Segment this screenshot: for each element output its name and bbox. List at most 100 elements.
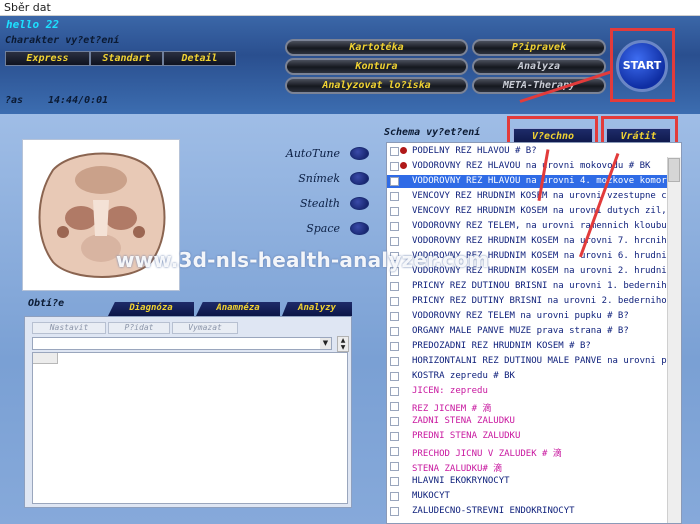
spin-arrows-icon[interactable]: ▲ ▼: [337, 336, 349, 352]
schema-item-checkbox[interactable]: [390, 417, 399, 426]
watermark-text: www.3d-nls-health-analyzer.com: [116, 248, 490, 272]
menu-kartoteka-button[interactable]: Kartotéka: [285, 39, 468, 56]
schema-list-item[interactable]: PRICNY REZ DUTINOU BRISNI na urovni 1. b…: [387, 280, 667, 293]
schema-item-label: VENCOVY REZ HRUDNIM KOSEM na urovni duty…: [412, 206, 667, 216]
schema-item-label: STENA ZALUDKU# 滴: [412, 464, 503, 473]
option-space-toggle[interactable]: [350, 222, 369, 235]
schema-list-scroll-thumb[interactable]: [668, 158, 680, 182]
schema-list-item[interactable]: PRICNY REZ DUTINY BRISNI na urovni 2. be…: [387, 295, 667, 308]
schema-list-item[interactable]: JICEN: zepredu: [387, 385, 667, 398]
window-titlebar: Sběr dat: [0, 0, 700, 16]
schema-item-checkbox[interactable]: [390, 147, 399, 156]
schema-item-checkbox[interactable]: [390, 222, 399, 231]
schema-list-item[interactable]: PREDNI STENA ZALUDKU: [387, 430, 667, 443]
schema-item-checkbox[interactable]: [390, 207, 399, 216]
schema-list-scrollbar[interactable]: [667, 157, 681, 523]
nastavit-button[interactable]: Nastavit: [32, 322, 106, 334]
schema-list-item[interactable]: MUKOCYT: [387, 490, 667, 503]
schema-item-label: ORGANY MALE PANVE MUZE prava strana # B?: [412, 326, 629, 336]
schema-item-checkbox[interactable]: [390, 372, 399, 381]
schema-list-item[interactable]: VENCOVY REZ HRUDNIM KOSEM na urovni duty…: [387, 205, 667, 218]
schema-list-item[interactable]: PODELNY REZ HLAVOU # B?: [387, 145, 667, 158]
schema-list-item[interactable]: HLAVNI EKOKRYNOCYT: [387, 475, 667, 488]
schema-item-checkbox[interactable]: [390, 192, 399, 201]
schema-item-checkbox[interactable]: [390, 507, 399, 516]
option-space-label: Space: [306, 222, 340, 235]
schema-item-checkbox[interactable]: [390, 477, 399, 486]
schema-item-label: ZALUDECNO-STREVNI ENDOKRINOCYT: [412, 506, 575, 516]
menu-pripravek-button[interactable]: P?ipravek: [472, 39, 606, 56]
schema-list-item[interactable]: VODOROVNY REZ HLAVOU na urovni 4. mozkov…: [387, 175, 667, 188]
schema-item-checkbox[interactable]: [390, 432, 399, 441]
option-snimek-toggle[interactable]: [350, 172, 369, 185]
option-autotune-label: AutoTune: [285, 147, 340, 160]
menu-analyza-button[interactable]: Analyza: [472, 58, 606, 75]
schema-item-checkbox[interactable]: [390, 327, 399, 336]
greeting-text: hello 22: [6, 18, 59, 31]
schema-list-item[interactable]: VODOROVNY REZ TELEM na urovni pupku # B?: [387, 310, 667, 323]
schema-item-checkbox[interactable]: [390, 312, 399, 321]
schema-item-checkbox[interactable]: [390, 357, 399, 366]
menu-analyzovat-loziska-button[interactable]: Analyzovat lo?iska: [285, 77, 468, 94]
schema-list-item[interactable]: STENA ZALUDKU# 滴: [387, 460, 667, 473]
schema-item-checkbox[interactable]: [390, 492, 399, 501]
schema-list-item[interactable]: ORGANY MALE PANVE MUZE prava strana # B?: [387, 325, 667, 338]
pridat-button[interactable]: P?idat: [108, 322, 170, 334]
schema-list-item[interactable]: KOSTRA zepredu # BK: [387, 370, 667, 383]
schema-item-checkbox[interactable]: [390, 402, 399, 411]
schema-item-label: VODOROVNY REZ TELEM, na urovni ramennich…: [412, 221, 667, 231]
option-snimek-label: Snímek: [298, 172, 340, 185]
time-label: ?as: [5, 95, 24, 106]
schema-item-label: KOSTRA zepredu # BK: [412, 371, 515, 381]
complaints-list-header-cell: [33, 353, 58, 364]
tab-analyzy[interactable]: Analyzy: [282, 302, 352, 316]
schema-item-checkbox[interactable]: [390, 447, 399, 456]
schema-item-label: VODOROVNY REZ HRUDNIM KOSEM na urovni 7.…: [412, 236, 667, 246]
schema-list-item[interactable]: ZADNI STENA ZALUDKU: [387, 415, 667, 428]
schema-list-item[interactable]: PRECHOD JICNU V ZALUDEK # 滴: [387, 445, 667, 458]
schema-list-item[interactable]: PREDOZADNI REZ HRUDNIM KOSEM # B?: [387, 340, 667, 353]
schema-item-label: JICEN: zepredu: [412, 386, 488, 396]
mode-standart-button[interactable]: Standart: [90, 51, 163, 66]
complaints-label: Obtí?e: [28, 298, 65, 309]
schema-list-item[interactable]: HORIZONTALNI REZ DUTINOU MALE PANVE na u…: [387, 355, 667, 368]
chevron-down-icon[interactable]: ▼: [320, 338, 331, 349]
schema-label: Schema vy?et?ení: [384, 127, 481, 138]
schema-list[interactable]: PODELNY REZ HLAVOU # B? VODOROVNY REZ HLA…: [386, 142, 682, 524]
schema-item-label: PRICNY REZ DUTINOU BRISNI na urovni 1. b…: [412, 281, 667, 291]
schema-item-checkbox[interactable]: [390, 462, 399, 471]
schema-list-item[interactable]: ZALUDECNO-STREVNI ENDOKRINOCYT: [387, 505, 667, 518]
status-dot-icon: [400, 147, 407, 154]
schema-item-checkbox[interactable]: [390, 282, 399, 291]
tab-diagnoza[interactable]: Diagnóza: [108, 302, 194, 316]
schema-item-checkbox[interactable]: [390, 162, 399, 171]
schema-list-item[interactable]: VENCOVY REZ HRUDNIM KOSEM na urovni vzes…: [387, 190, 667, 203]
schema-list-item[interactable]: VODOROVNY REZ TELEM, na urovni ramennich…: [387, 220, 667, 233]
schema-list-item[interactable]: VODOROVNY REZ HRUDNIM KOSEM na urovni 7.…: [387, 235, 667, 248]
window-title: Sběr dat: [4, 1, 51, 14]
complaints-list[interactable]: [32, 352, 348, 504]
option-autotune-toggle[interactable]: [350, 147, 369, 160]
mode-detail-button[interactable]: Detail: [163, 51, 236, 66]
option-stealth-toggle[interactable]: [350, 197, 369, 210]
schema-item-checkbox[interactable]: [390, 342, 399, 351]
schema-list-item[interactable]: REZ JICNEM # 滴: [387, 400, 667, 413]
schema-item-label: PODELNY REZ HLAVOU # B?: [412, 146, 537, 156]
schema-item-checkbox[interactable]: [390, 297, 399, 306]
schema-item-checkbox[interactable]: [390, 387, 399, 396]
schema-list-item[interactable]: VODOROVNY REZ HLAVOU na urovni mokovodu …: [387, 160, 667, 173]
character-label: Charakter vy?et?ení: [5, 35, 120, 46]
tab-anamneza[interactable]: Anamnéza: [196, 302, 280, 316]
time-value: 14:44/0:01: [48, 95, 109, 106]
complaints-combo[interactable]: [32, 337, 332, 350]
schema-item-label: MUKOCYT: [412, 491, 450, 501]
schema-item-checkbox[interactable]: [390, 177, 399, 186]
schema-item-label: HORIZONTALNI REZ DUTINOU MALE PANVE na u…: [412, 356, 667, 366]
menu-kontura-button[interactable]: Kontura: [285, 58, 468, 75]
schema-item-label: PRECHOD JICNU V ZALUDEK # 滴: [412, 449, 562, 458]
schema-item-checkbox[interactable]: [390, 237, 399, 246]
schema-item-label: REZ JICNEM # 滴: [412, 404, 492, 413]
vymazat-button[interactable]: Vymazat: [172, 322, 238, 334]
mode-express-button[interactable]: Express: [5, 51, 90, 66]
schema-item-label: ZADNI STENA ZALUDKU: [412, 416, 515, 426]
